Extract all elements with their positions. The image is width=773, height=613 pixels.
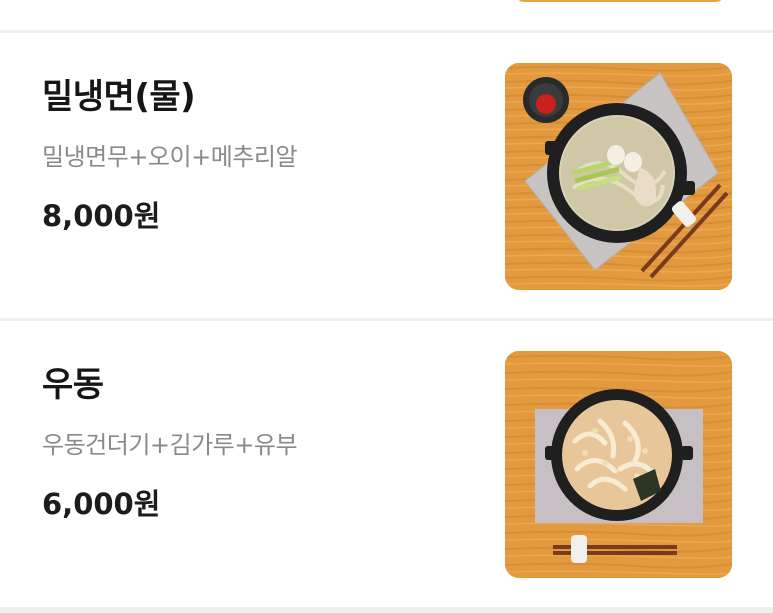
menu-item-mil-naengmyeon[interactable]: 밀냉면(물) 밀냉면무+오이+메추리알 8,000원 [0, 33, 773, 319]
divider [0, 607, 773, 613]
menu-item-udon[interactable]: 우동 우동건더기+김가루+유부 6,000원 [0, 321, 773, 607]
menu-item-name: 밀냉면(물) [42, 77, 196, 117]
menu-item-price: 8,000원 [42, 199, 161, 233]
menu-item-description: 우동건더기+김가루+유부 [42, 431, 298, 459]
menu-item-price: 6,000원 [42, 487, 161, 521]
menu-item-description: 밀냉면무+오이+메추리알 [42, 143, 298, 171]
menu-list: 밀냉면(물) 밀냉면무+오이+메추리알 8,000원 우동 우동건더기+김가루+… [0, 0, 773, 613]
udon-bowl-photo[interactable] [505, 351, 732, 578]
previous-item-thumbnail[interactable] [516, 0, 724, 2]
menu-item-name: 우동 [42, 365, 104, 405]
cold-noodle-bowl-photo[interactable] [505, 63, 732, 290]
